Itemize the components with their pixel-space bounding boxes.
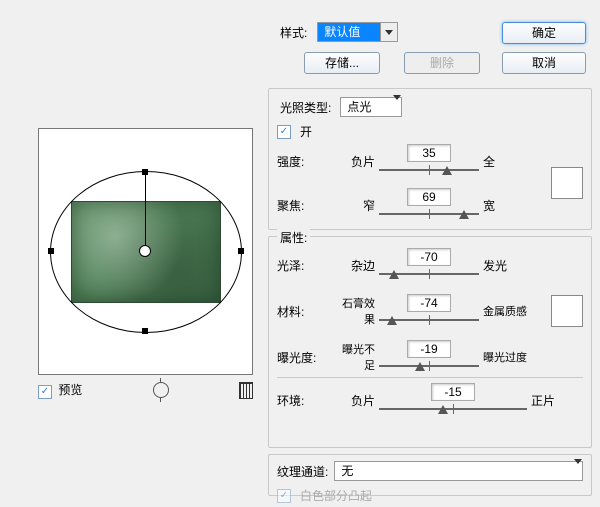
material-row: 材料: 石膏效果 -74 金属质感 xyxy=(269,293,543,329)
light-type-group: 光照类型: 点光 开 强度: 负片 35 xyxy=(268,88,592,230)
exposure-row: 曝光度: 曝光不足 -19 曝光过度 xyxy=(269,339,543,375)
intensity-label: 强度: xyxy=(277,153,329,170)
gloss-slider[interactable] xyxy=(379,266,479,282)
exposure-label: 曝光度: xyxy=(277,349,329,366)
intensity-slider[interactable] xyxy=(379,162,479,178)
ambient-color-swatch[interactable] xyxy=(551,295,583,327)
trash-icon[interactable] xyxy=(239,382,253,399)
exposure-slider[interactable] xyxy=(379,358,479,374)
gloss-row: 光泽: 杂边 -70 发光 xyxy=(269,247,543,283)
gloss-right: 发光 xyxy=(483,257,535,274)
save-delete-row: 存储... 删除 xyxy=(304,52,480,74)
delete-style-button: 删除 xyxy=(404,52,480,74)
focus-right: 宽 xyxy=(483,197,535,214)
ambience-value[interactable]: -15 xyxy=(431,383,475,401)
gloss-left: 杂边 xyxy=(333,257,375,274)
texture-channel-combo[interactable]: 无 xyxy=(334,461,583,481)
light-on-checkbox[interactable] xyxy=(277,125,291,139)
ambience-slider[interactable] xyxy=(379,401,527,417)
lighting-effects-dialog: 样式: 默认值 确定 取消 存储... 删除 光照类型: 点光 开 强度: xyxy=(0,0,600,500)
chevron-down-icon xyxy=(393,100,401,114)
preview-checkbox[interactable] xyxy=(38,385,52,399)
cancel-button[interactable]: 取消 xyxy=(502,52,586,74)
intensity-value[interactable]: 35 xyxy=(407,144,451,162)
exposure-left: 曝光不足 xyxy=(333,341,375,373)
focus-value[interactable]: 69 xyxy=(407,188,451,206)
texture-channel-label: 纹理通道: xyxy=(277,463,328,480)
properties-group: 属性: 光泽: 杂边 -70 发光 材料: 石膏效果 -74 xyxy=(268,236,592,448)
focus-left: 窄 xyxy=(333,197,375,214)
material-slider[interactable] xyxy=(379,312,479,328)
light-radius-line xyxy=(145,171,146,251)
lightbulb-icon[interactable] xyxy=(153,382,169,398)
light-type-combo[interactable]: 点光 xyxy=(340,97,402,117)
material-right: 金属质感 xyxy=(483,303,535,319)
ellipse-handle-left[interactable] xyxy=(48,248,54,254)
preview-canvas[interactable] xyxy=(38,128,253,375)
ambience-label: 环境: xyxy=(277,392,329,409)
style-combo[interactable]: 默认值 xyxy=(317,22,398,42)
light-color-swatch[interactable] xyxy=(551,167,583,199)
style-value: 默认值 xyxy=(318,23,380,41)
ellipse-handle-bottom[interactable] xyxy=(142,328,148,334)
ok-button[interactable]: 确定 xyxy=(502,22,586,44)
ambience-right: 正片 xyxy=(531,392,583,409)
material-value[interactable]: -74 xyxy=(407,294,451,312)
save-style-button[interactable]: 存储... xyxy=(304,52,380,74)
style-label: 样式: xyxy=(280,24,307,41)
white-high-label: 白色部分凸起 xyxy=(300,487,372,504)
dialog-buttons: 确定 取消 xyxy=(502,22,586,74)
chevron-down-icon xyxy=(380,23,397,41)
ambience-left: 负片 xyxy=(333,392,375,409)
white-high-checkbox xyxy=(277,489,291,503)
light-type-value: 点光 xyxy=(341,98,393,116)
intensity-left: 负片 xyxy=(333,153,375,170)
exposure-right: 曝光过度 xyxy=(483,349,535,365)
preview-panel: 预览 xyxy=(38,128,253,399)
chevron-down-icon xyxy=(574,464,582,478)
light-center-handle[interactable] xyxy=(139,245,151,257)
material-label: 材料: xyxy=(277,303,329,320)
properties-title: 属性: xyxy=(277,229,310,246)
ellipse-handle-top[interactable] xyxy=(142,169,148,175)
focus-row: 聚焦: 窄 69 宽 xyxy=(269,187,543,223)
gloss-label: 光泽: xyxy=(277,257,329,274)
exposure-value[interactable]: -19 xyxy=(407,340,451,358)
light-type-label: 光照类型: xyxy=(277,99,334,116)
light-on-label: 开 xyxy=(300,123,312,140)
texture-channel-value: 无 xyxy=(335,462,574,480)
focus-label: 聚焦: xyxy=(277,197,329,214)
gloss-value[interactable]: -70 xyxy=(407,248,451,266)
material-left: 石膏效果 xyxy=(333,295,375,327)
ellipse-handle-right[interactable] xyxy=(238,248,244,254)
ambience-row: 环境: 负片 -15 正片 xyxy=(269,382,591,418)
preview-label: 预览 xyxy=(58,383,82,397)
intensity-row: 强度: 负片 35 全 xyxy=(269,143,543,179)
intensity-right: 全 xyxy=(483,153,535,170)
focus-slider[interactable] xyxy=(379,206,479,222)
texture-group: 纹理通道: 无 白色部分凸起 xyxy=(268,454,592,496)
